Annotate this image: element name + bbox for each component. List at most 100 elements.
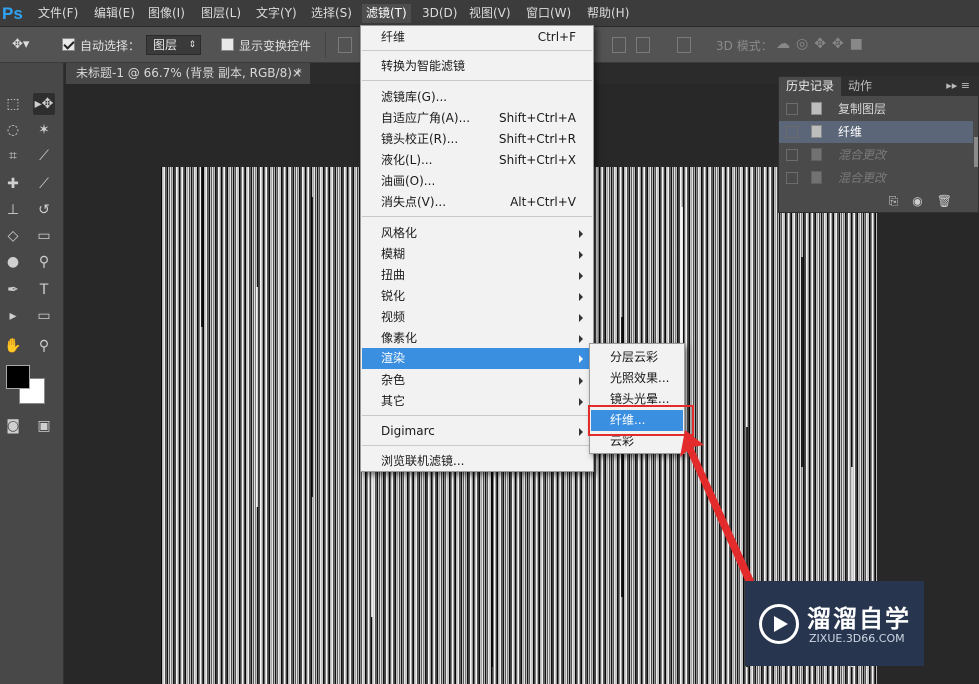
document-icon: [811, 125, 822, 138]
shape-tool-icon[interactable]: ▭: [33, 305, 55, 327]
menu-item-stylize[interactable]: 风格化: [362, 223, 592, 244]
menu-item-lens-correction[interactable]: 镜头校正(R)... Shift+Ctrl+R: [362, 129, 592, 150]
auto-align-icon[interactable]: [677, 37, 691, 53]
history-scrollbar[interactable]: [974, 137, 978, 167]
menu-filter[interactable]: 滤镜(T): [362, 4, 411, 23]
watermark-subtitle: ZIXUE.3D66.COM: [809, 632, 905, 645]
lasso-tool-icon[interactable]: ◌: [2, 119, 24, 141]
quick-mask-icon[interactable]: ◙: [2, 415, 24, 437]
history-source-box[interactable]: [786, 172, 798, 184]
menu-separator: [362, 50, 592, 51]
menu-item-liquify[interactable]: 液化(L)... Shift+Ctrl+X: [362, 150, 592, 171]
magic-wand-icon[interactable]: ✶: [33, 119, 55, 141]
history-source-box[interactable]: [786, 126, 798, 138]
menu-3d[interactable]: 3D(D): [418, 4, 461, 23]
history-row[interactable]: 混合更改: [779, 144, 973, 166]
menu-edit[interactable]: 编辑(E): [90, 4, 139, 23]
path-select-icon[interactable]: ▸: [2, 305, 24, 327]
marquee-tool-icon[interactable]: ⬚: [2, 93, 24, 115]
photoshop-logo: Ps: [2, 4, 23, 23]
history-panel: 历史记录 动作 ▸▸ ≡ 复制图层 纤维 混合更改 混合更改 ⎘◉🗑: [778, 76, 979, 213]
menu-type[interactable]: 文字(Y): [252, 4, 301, 23]
history-source-box[interactable]: [786, 103, 798, 115]
blur-tool-icon[interactable]: ●: [2, 251, 24, 273]
menu-item-convert-smart-filter[interactable]: 转换为智能滤镜: [362, 56, 592, 77]
close-tab-icon[interactable]: ×: [292, 63, 302, 84]
submenu-item-difference-clouds[interactable]: 分层云彩: [591, 347, 683, 368]
auto-select-dropdown[interactable]: 图层 ⇕: [146, 35, 201, 55]
dodge-tool-icon[interactable]: ⚲: [33, 251, 55, 273]
filter-menu-dropdown: 纤维 Ctrl+F 转换为智能滤镜 滤镜库(G)... 自适应广角(A)... Sh…: [360, 25, 594, 472]
move-tool-icon[interactable]: ✥▾: [12, 37, 29, 52]
tab-actions[interactable]: 动作: [841, 77, 879, 96]
panel-menu-icon[interactable]: ▸▸ ≡: [946, 79, 970, 92]
menu-item-filter-gallery[interactable]: 滤镜库(G)...: [362, 87, 592, 108]
document-icon: [811, 171, 822, 184]
align-top-icon[interactable]: [338, 37, 352, 53]
menu-window[interactable]: 窗口(W): [522, 4, 575, 23]
history-source-box[interactable]: [786, 149, 798, 161]
submenu-arrow-icon: [579, 335, 583, 343]
menu-select[interactable]: 选择(S): [307, 4, 356, 23]
menu-item-pixelate[interactable]: 像素化: [362, 328, 592, 349]
menu-separator: [362, 415, 592, 416]
gradient-tool-icon[interactable]: ▭: [33, 225, 55, 247]
eyedropper-icon[interactable]: ⟋: [33, 145, 55, 167]
tools-panel: ⬚ ▸✥ ◌ ✶ ⌗ ⟋ ✚ ⟋ ⊥ ↺ ◇ ▭ ● ⚲ ✒ T ▸ ▭ ✋ ⚲…: [0, 63, 64, 684]
history-row-selected[interactable]: 纤维: [779, 121, 973, 143]
submenu-arrow-icon: [579, 293, 583, 301]
menu-item-oil-paint[interactable]: 油画(O)...: [362, 171, 592, 192]
stamp-tool-icon[interactable]: ⊥: [2, 199, 24, 221]
hand-tool-icon[interactable]: ✋: [2, 335, 24, 357]
menu-item-video[interactable]: 视频: [362, 307, 592, 328]
type-tool-icon[interactable]: T: [33, 279, 55, 301]
submenu-item-lighting-effects[interactable]: 光照效果...: [591, 368, 683, 389]
foreground-color-swatch[interactable]: [6, 365, 30, 389]
annotation-highlight-box: [588, 405, 694, 436]
show-transform-checkbox[interactable]: [221, 38, 234, 51]
menu-item-vanishing-point[interactable]: 消失点(V)... Alt+Ctrl+V: [362, 192, 592, 213]
pen-tool-icon[interactable]: ✒: [2, 279, 24, 301]
distribute-right-icon[interactable]: [636, 37, 650, 53]
menu-layer[interactable]: 图层(L): [197, 4, 245, 23]
submenu-arrow-icon: [579, 251, 583, 259]
auto-select-checkbox[interactable]: [62, 38, 75, 51]
crop-tool-icon[interactable]: ⌗: [2, 145, 24, 167]
annotation-arrow: [680, 430, 756, 587]
menu-item-other[interactable]: 其它: [362, 391, 592, 412]
history-footer-icons[interactable]: ⎘◉🗑: [889, 194, 966, 209]
menu-item-adaptive-wide-angle[interactable]: 自适应广角(A)... Shift+Ctrl+A: [362, 108, 592, 129]
distribute-icon[interactable]: [612, 37, 626, 53]
menu-bar: Ps 文件(F) 编辑(E) 图像(I) 图层(L) 文字(Y) 选择(S) 滤…: [0, 0, 979, 27]
menu-view[interactable]: 视图(V): [465, 4, 515, 23]
menu-item-noise[interactable]: 杂色: [362, 370, 592, 391]
submenu-arrow-icon: [579, 314, 583, 322]
eraser-tool-icon[interactable]: ◇: [2, 225, 24, 247]
menu-item-distort[interactable]: 扭曲: [362, 265, 592, 286]
zoom-tool-icon[interactable]: ⚲: [33, 335, 55, 357]
submenu-arrow-icon: [579, 398, 583, 406]
history-brush-icon[interactable]: ↺: [33, 199, 55, 221]
menu-item-blur[interactable]: 模糊: [362, 244, 592, 265]
divider: [325, 32, 326, 58]
history-row[interactable]: 混合更改: [779, 167, 973, 189]
menu-image[interactable]: 图像(I): [144, 4, 189, 23]
history-row[interactable]: 复制图层: [779, 98, 973, 120]
brush-tool-icon[interactable]: ⟋: [33, 173, 55, 195]
menu-item-last-filter[interactable]: 纤维 Ctrl+F: [362, 27, 592, 48]
screen-mode-icon[interactable]: ▣: [33, 415, 55, 437]
move-tool-icon[interactable]: ▸✥: [33, 93, 55, 115]
menu-help[interactable]: 帮助(H): [583, 4, 633, 23]
tab-history[interactable]: 历史记录: [779, 77, 842, 96]
menu-item-browse-online-filters[interactable]: 浏览联机滤镜...: [362, 451, 592, 472]
auto-select-value: 图层: [153, 38, 178, 52]
menu-file[interactable]: 文件(F): [34, 4, 82, 23]
submenu-arrow-icon: [579, 428, 583, 436]
3d-mode-icons[interactable]: ☁◎✥✥■: [776, 36, 869, 52]
document-tab[interactable]: 未标题-1 @ 66.7% (背景 副本, RGB/8) * ×: [66, 63, 310, 84]
menu-item-sharpen[interactable]: 锐化: [362, 286, 592, 307]
healing-brush-icon[interactable]: ✚: [2, 173, 24, 195]
menu-separator: [362, 216, 592, 217]
menu-item-render[interactable]: 渲染: [362, 348, 592, 369]
menu-item-digimarc[interactable]: Digimarc: [362, 421, 592, 442]
